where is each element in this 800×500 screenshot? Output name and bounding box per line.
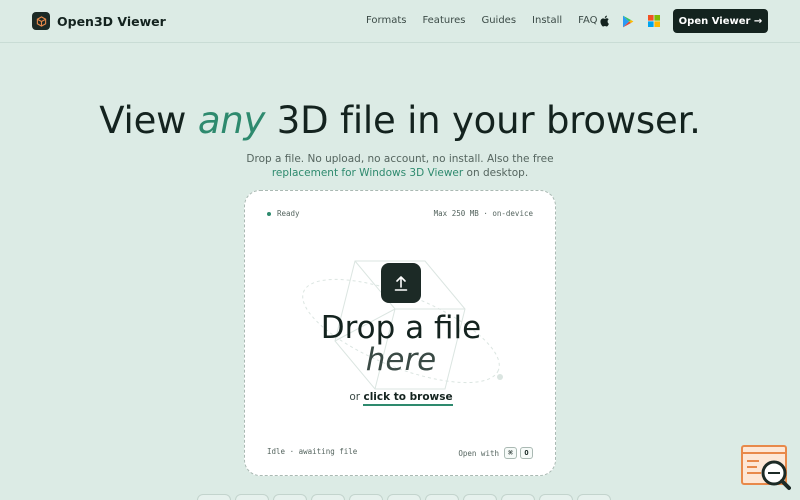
nav-link-formats[interactable]: Formats — [366, 15, 406, 26]
cube-logo-icon — [32, 12, 50, 30]
open-with-shortcut: Open with ⌘ O — [458, 447, 533, 459]
nav-link-guides[interactable]: Guides — [481, 15, 516, 26]
open-viewer-button[interactable]: Open Viewer → — [673, 9, 768, 33]
format-chip[interactable] — [387, 494, 421, 500]
drop-headline: Drop a file — [320, 310, 482, 346]
idle-status: Idle · awaiting file — [267, 447, 358, 456]
nav-link-install[interactable]: Install — [532, 15, 562, 26]
file-size-limit: Max 250 MB · on-device — [433, 209, 533, 218]
upload-icon[interactable] — [381, 263, 421, 303]
format-chip[interactable] — [425, 494, 459, 500]
click-to-browse-link[interactable]: click to browse — [363, 391, 453, 406]
drop-headline-here: here — [365, 342, 437, 378]
hero-subtitle-end: on desktop. — [463, 167, 529, 179]
format-chip[interactable] — [235, 494, 269, 500]
google-play-icon[interactable] — [621, 14, 635, 28]
nav-link-faq[interactable]: FAQ — [578, 15, 597, 26]
nav-links: Formats Features Guides Install FAQ — [366, 15, 614, 26]
open-with-label: Open with — [458, 448, 499, 458]
cmd-key: ⌘ — [504, 447, 517, 459]
format-chip[interactable] — [273, 494, 307, 500]
format-chip[interactable] — [577, 494, 611, 500]
browse-prefix: or — [349, 391, 364, 403]
status-indicator: Ready — [267, 209, 300, 218]
hero-title-end: 3D file in your browser. — [265, 99, 701, 142]
windows-3d-viewer-link[interactable]: replacement for Windows 3D Viewer — [272, 167, 463, 179]
format-chip[interactable] — [539, 494, 573, 500]
browse-line: or click to browse — [245, 391, 555, 406]
format-chip[interactable] — [501, 494, 535, 500]
drop-zone[interactable]: Ready Max 250 MB · on-device Drop a file… — [244, 190, 556, 476]
hero-title-start: View — [99, 99, 198, 142]
format-chip[interactable] — [349, 494, 383, 500]
status-dot — [267, 211, 271, 216]
brand-name: Open3D Viewer — [57, 13, 166, 29]
brand[interactable]: Open3D Viewer — [32, 12, 166, 30]
format-chip[interactable] — [197, 494, 231, 500]
hero-title: View any 3D file in your browser. — [0, 99, 800, 142]
top-nav: Open3D Viewer Formats Features Guides In… — [0, 0, 800, 43]
format-chip-row — [197, 494, 615, 500]
format-chip[interactable] — [463, 494, 497, 500]
hero-subtitle-line1: Drop a file. No upload, no account, no i… — [246, 153, 554, 165]
status-text: Ready — [277, 209, 300, 218]
o-key: O — [520, 447, 533, 459]
hero-title-accent: any — [197, 99, 266, 142]
review-badge-icon[interactable] — [741, 445, 791, 495]
nav-link-features[interactable]: Features — [422, 15, 465, 26]
hero-subtitle: Drop a file. No upload, no account, no i… — [0, 152, 800, 180]
windows-icon[interactable] — [647, 14, 661, 28]
apple-icon[interactable] — [597, 14, 611, 28]
format-chip[interactable] — [311, 494, 345, 500]
